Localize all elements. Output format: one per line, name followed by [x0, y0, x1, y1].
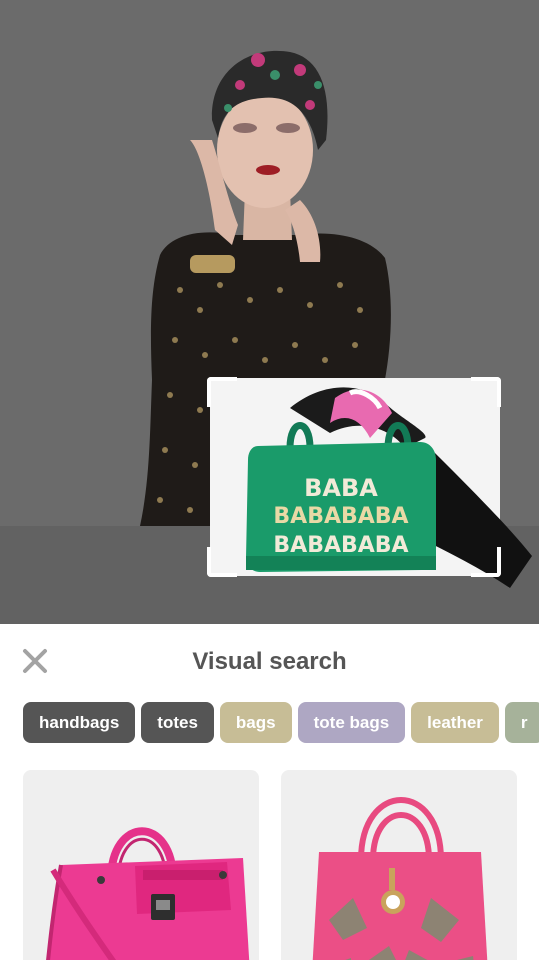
crop-handle-bottom-left[interactable] [207, 547, 237, 577]
chip-label: handbags [39, 712, 120, 732]
crop-handle-top-right[interactable] [471, 377, 501, 407]
chip-bags[interactable]: bags [219, 702, 292, 743]
chip-label: tote bags [313, 712, 390, 732]
chip-totes[interactable]: totes [141, 702, 214, 743]
chip-label: leather [427, 712, 483, 732]
pink-cutout-tote-image [312, 797, 488, 960]
chip-tote-bags[interactable]: tote bags [297, 702, 406, 743]
result-card[interactable] [23, 770, 259, 960]
visual-search-sheet: Visual search handbags totes bags tote b… [0, 624, 539, 960]
page-title: Visual search [192, 648, 347, 675]
product-text-line-3: BABABABA [273, 533, 408, 558]
chip-partial[interactable]: r [504, 702, 539, 743]
chip-label: r [520, 712, 528, 732]
sheet-header: Visual search [0, 624, 539, 696]
pink-satchel-image [46, 827, 250, 960]
product-text-line-2: BABABABA [273, 504, 408, 529]
result-card[interactable] [281, 770, 517, 960]
chip-label: totes [157, 712, 198, 732]
chip-handbags[interactable]: handbags [23, 702, 136, 743]
results-grid [23, 770, 517, 960]
crop-handle-top-left[interactable] [207, 377, 237, 407]
product-text-line-1: BABA [304, 474, 378, 502]
search-photo[interactable]: BABA BABABABA BABABABA [0, 0, 539, 624]
crop-handle-bottom-right[interactable] [471, 547, 501, 577]
chip-label: bags [235, 712, 276, 732]
guide-chips: handbags totes bags tote bags leather r [23, 702, 539, 743]
chip-leather[interactable]: leather [411, 702, 499, 743]
